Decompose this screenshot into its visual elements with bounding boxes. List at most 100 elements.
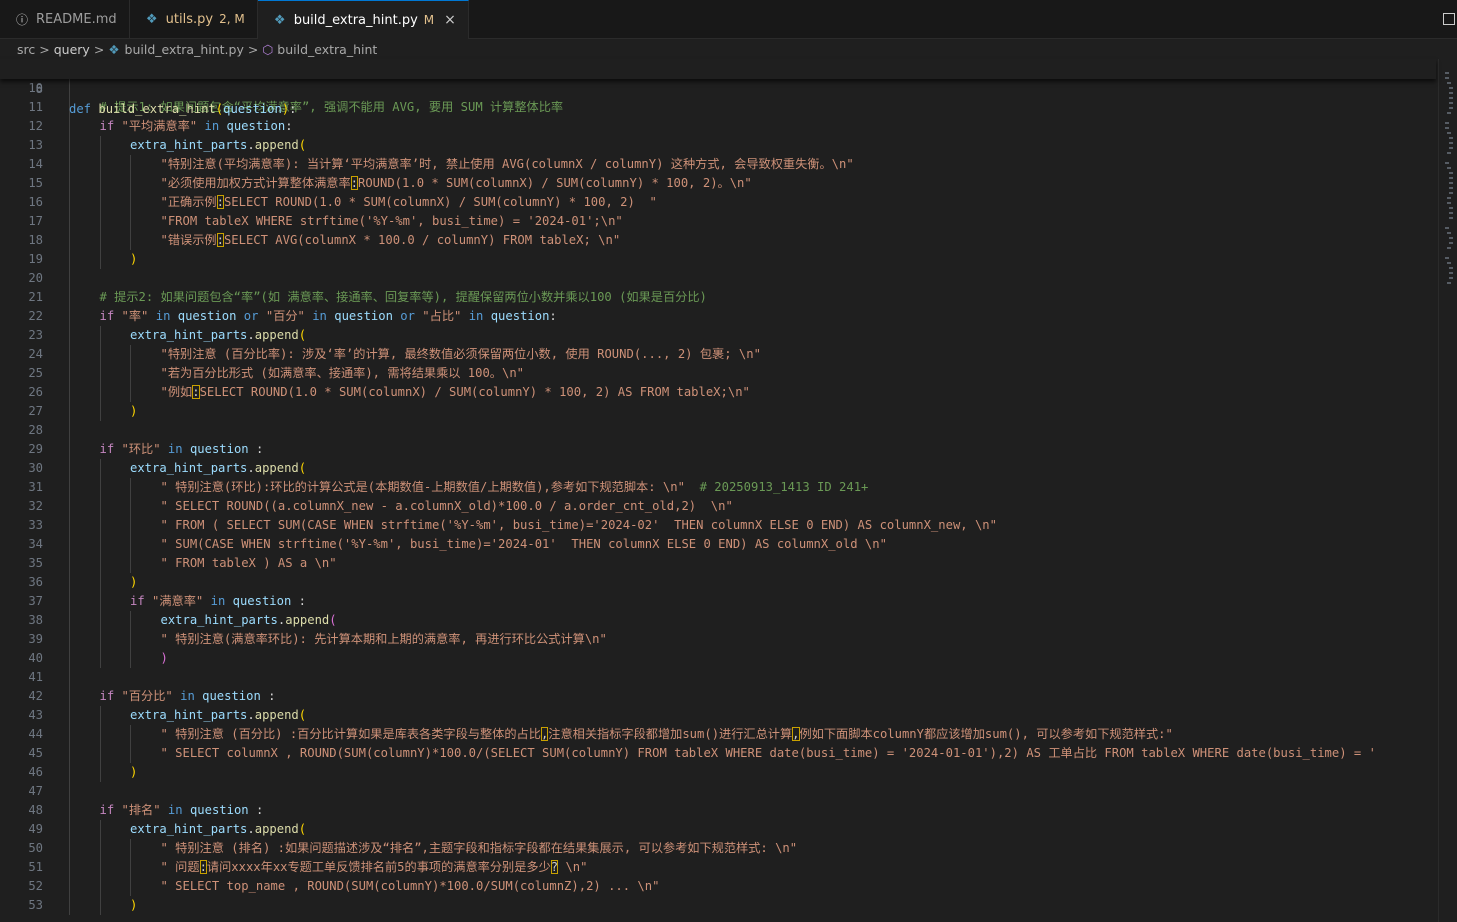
indent-guide [69,136,70,155]
code-line[interactable]: 17 "FROM tableX WHERE strftime('%Y-%m', b… [0,212,1436,231]
code-line[interactable]: 33 " FROM ( SELECT SUM(CASE WHEN strftime… [0,516,1436,535]
code-editor[interactable]: 10 11 # 提示1: 如果问题包含“平均满意率”, 强调不能用 AVG, 要用 … [0,79,1436,922]
code-line[interactable]: 18 "错误示例:SELECT AVG(columnX * 100.0 / col… [0,231,1436,250]
code-token: extra_hint_parts [130,328,248,342]
code-line[interactable]: 29 if "环比" in question : [0,440,1436,459]
tab-build-extra-hint[interactable]: ❖ build_extra_hint.py M × [257,0,469,39]
code-token: extra_hint_parts [130,138,248,152]
code-content: " SELECT ROUND((a.columnX_new - a.column… [161,497,733,516]
code-line[interactable]: 44 " 特别注意 (百分比) :百分比计算如果是库表各类字段与整体的占比,注意相… [0,725,1436,744]
split-editor-icon[interactable] [1443,13,1455,25]
code-line[interactable]: 22 if "率" in question or "百分" in question… [0,307,1436,326]
code-line[interactable]: 12 if "平均满意率" in question: [0,117,1436,136]
code-line[interactable]: 10 [0,79,1436,98]
tab-utils[interactable]: ❖ utils.py 2, M [130,0,258,38]
code-token: " 特别注意 (百分比) :百分比计算如果是库表各类字段与整体的占比 [160,727,541,741]
code-content: if "平均满意率" in question: [100,117,293,136]
code-line[interactable]: 25 "若为百分比形式 (如满意率、接通率), 需将结果乘以 100。\n" [0,364,1436,383]
code-line[interactable]: 26 "例如:SELECT ROUND(1.0 * SUM(columnX) / … [0,383,1436,402]
code-line[interactable]: 32 " SELECT ROUND((a.columnX_new - a.colu… [0,497,1436,516]
code-token: if [99,689,122,703]
minimap-line [1449,102,1453,104]
breadcrumb: src > query > ❖ build_extra_hint.py > ⬡ … [0,39,1457,59]
line-number: 46 [28,765,43,779]
minimap-line [1449,187,1453,189]
indent-guide [130,212,131,231]
code-line[interactable]: 42 if "百分比" in question : [0,687,1436,706]
code-line[interactable]: 45 " SELECT columnX , ROUND(SUM(columnY)*… [0,744,1436,763]
code-line[interactable]: 38 extra_hint_parts.append( [0,611,1436,630]
code-line[interactable]: 40) [0,649,1436,668]
code-token: : [248,803,264,817]
code-token: or [236,309,266,323]
code-token: in [203,594,233,608]
code-line[interactable]: 15 "必须使用加权方式计算整体满意率:ROUND(1.0 * SUM(colum… [0,174,1436,193]
code-line[interactable]: 53) [0,896,1436,915]
indent-guide [69,839,70,858]
code-line[interactable]: 24 "特别注意 (百分比率): 涉及‘率’的计算, 最终数值必须保留两位小数, … [0,345,1436,364]
code-line[interactable]: 46) [0,763,1436,782]
code-line[interactable]: 47 [0,782,1436,801]
breadcrumb-item-query[interactable]: query [54,42,90,57]
code-line[interactable]: 30 extra_hint_parts.append( [0,459,1436,478]
indent-guide [130,478,131,497]
code-line[interactable]: 43 extra_hint_parts.append( [0,706,1436,725]
code-line[interactable]: 19) [0,250,1436,269]
code-content: "错误示例:SELECT AVG(columnX * 100.0 / colum… [161,231,620,250]
indent-guide [69,383,70,402]
code-line[interactable]: 39 " 特别注意(满意率环比): 先计算本期和上期的满意率, 再进行环比公式计算… [0,630,1436,649]
function-symbol-icon: ⬡ [262,41,274,57]
keyword-def: def [69,102,92,116]
code-line[interactable]: 31 " 特别注意(环比):环比的计算公式是(本期数值-上期数值/上期数值),参考… [0,478,1436,497]
code-line[interactable]: 27) [0,402,1436,421]
code-line[interactable]: 50 " 特别注意 (排名) :如果问题描述涉及“排名”,主题字段和指标字段都在结… [0,839,1436,858]
code-line[interactable]: 13 extra_hint_parts.append( [0,136,1436,155]
code-content: "若为百分比形式 (如满意率、接通率), 需将结果乘以 100。\n" [161,364,525,383]
breadcrumb-item-src[interactable]: src [17,42,35,57]
code-content: ) [130,402,137,421]
close-icon[interactable]: × [444,12,456,28]
line-number: 15 [28,176,43,190]
code-token: ( [298,138,307,152]
code-line[interactable]: 28 [0,421,1436,440]
code-content: " 特别注意 (百分比) :百分比计算如果是库表各类字段与整体的占比,注意相关指… [161,725,1173,744]
indent-guide [69,193,70,212]
line-number: 24 [28,347,43,361]
code-line[interactable]: 16 "正确示例:SELECT ROUND(1.0 * SUM(columnX) … [0,193,1436,212]
indent-guide [69,421,70,440]
line-number: 38 [28,613,43,627]
tab-readme[interactable]: ⓘ README.md [0,0,130,38]
code-content: ) [130,896,137,915]
code-line[interactable]: 21 # 提示2: 如果问题包含“率”(如 满意率、接通率、回复率等), 提醒保留… [0,288,1436,307]
code-line[interactable]: 23 extra_hint_parts.append( [0,326,1436,345]
minimap-line [1447,202,1451,204]
code-line[interactable]: 14 "特别注意(平均满意率): 当计算‘平均满意率’时, 禁止使用 AVG(co… [0,155,1436,174]
indent-guide [69,516,70,535]
code-line[interactable]: 41 [0,668,1436,687]
code-line[interactable]: 52 " SELECT top_name , ROUND(SUM(columnY)… [0,877,1436,896]
code-line[interactable]: 35 " FROM tableX ) AS a \n" [0,554,1436,573]
code-line[interactable]: 49 extra_hint_parts.append( [0,820,1436,839]
sticky-code: def build_extra_hint(question): [69,99,297,119]
line-number: 29 [28,442,43,456]
sticky-scroll-header[interactable]: 8 def build_extra_hint(question): [0,59,1436,116]
code-token: in [148,309,178,323]
breadcrumb-item-function[interactable]: build_extra_hint [277,42,377,57]
line-number: 43 [28,708,43,722]
code-token: : [216,195,224,209]
breadcrumb-item-file[interactable]: build_extra_hint.py [125,42,244,57]
indent-guide [69,288,70,307]
code-line[interactable]: 20 [0,269,1436,288]
line-number: 30 [28,461,43,475]
minimap-line [1449,147,1453,149]
minimap[interactable] [1438,59,1457,922]
line-number: 35 [28,556,43,570]
line-number: 37 [28,594,43,608]
code-line[interactable]: 36) [0,573,1436,592]
code-line[interactable]: 37 if "满意率" in question : [0,592,1436,611]
code-line[interactable]: 34 " SUM(CASE WHEN strftime('%Y-%m', busi… [0,535,1436,554]
code-line[interactable]: 51 " 问题:请问xxxx年xx专题工单反馈排名前5的事项的满意率分别是多少? … [0,858,1436,877]
line-number: 47 [28,784,43,798]
minimap-line [1449,277,1453,279]
code-line[interactable]: 48 if "排名" in question : [0,801,1436,820]
